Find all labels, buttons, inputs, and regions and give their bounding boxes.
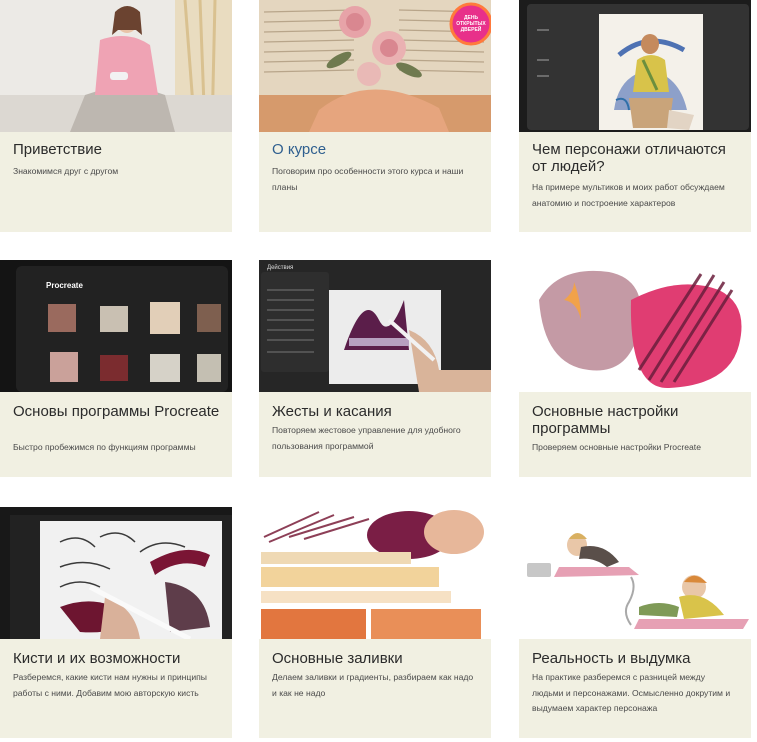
lesson-card-gestures[interactable]: Действия Жесты и касания Повторяем жесто… (259, 260, 491, 477)
lesson-card-about-course[interactable]: ДЕНЬ ОТКРЫТЫХ ДВЕРЕЙ О курсе Поговорим п… (259, 0, 491, 232)
lesson-title[interactable]: Приветствие (13, 141, 223, 158)
gestures-tablet-image (259, 260, 491, 392)
lesson-title[interactable]: Реальность и выдумка (532, 650, 742, 667)
lesson-title[interactable]: Основные настройки программы (532, 403, 742, 437)
lesson-card-main-settings[interactable]: Основные настройки программы Проверяем о… (519, 260, 751, 477)
lesson-card-fills[interactable]: Основные заливки Делаем заливки и градие… (259, 507, 491, 738)
lesson-description: На примере мультиков и моих работ обсужд… (532, 182, 725, 208)
lesson-title[interactable]: Кисти и их возможности (13, 650, 223, 667)
fills-swatches-image (259, 507, 491, 639)
lesson-thumbnail[interactable] (519, 0, 751, 132)
lesson-title[interactable]: Основные заливки (272, 650, 482, 667)
open-day-badge: ДЕНЬ ОТКРЫТЫХ ДВЕРЕЙ (456, 15, 486, 33)
lesson-card-brushes[interactable]: Кисти и их возможности Разберемся, какие… (0, 507, 232, 738)
lesson-description: Поговорим про особенности этого курса и … (272, 166, 464, 192)
lesson-description: Делаем заливки и градиенты, разбираем ка… (272, 672, 474, 698)
abstract-shapes-image (519, 260, 751, 392)
yoga-characters-image (519, 507, 751, 639)
lesson-title[interactable]: Основы программы Procreate (13, 403, 223, 420)
lesson-description: На практике разберемся с разницей между … (532, 672, 731, 713)
lesson-card-reality-and-fiction[interactable]: Реальность и выдумка На практике разбере… (519, 507, 751, 738)
brushes-tablet-image (0, 507, 232, 639)
lesson-title[interactable]: О курсе (272, 141, 482, 158)
lesson-thumbnail[interactable]: Действия (259, 260, 491, 392)
lesson-thumbnail[interactable] (259, 507, 491, 639)
lesson-description: Проверяем основные настройки Procreate (532, 442, 701, 452)
lesson-thumbnail[interactable] (519, 260, 751, 392)
lesson-title[interactable]: Жесты и касания (272, 403, 482, 420)
lesson-thumbnail[interactable] (0, 507, 232, 639)
woman-photo-image (0, 0, 232, 132)
lesson-description: Быстро пробежимся по функциям программы (13, 442, 196, 452)
lesson-title[interactable]: Чем персонажи отличаются от людей? (532, 141, 742, 175)
lesson-card-procreate-basics[interactable]: Procreate Основы программы Procreate Быс… (0, 260, 232, 477)
tablet-character-drawing-image (519, 0, 751, 132)
lesson-thumbnail[interactable]: Procreate (0, 260, 232, 392)
lesson-thumbnail[interactable] (0, 0, 232, 132)
lesson-card-characters-vs-people[interactable]: Чем персонажи отличаются от людей? На пр… (519, 0, 751, 232)
lesson-description: Повторяем жестовое управление для удобно… (272, 425, 461, 451)
lesson-thumbnail[interactable] (519, 507, 751, 639)
procreate-app-label: Procreate (46, 281, 83, 290)
lesson-card-greeting[interactable]: Приветствие Знакомимся друг с другом (0, 0, 232, 232)
lesson-thumbnail[interactable]: ДЕНЬ ОТКРЫТЫХ ДВЕРЕЙ (259, 0, 491, 132)
lesson-description: Знакомимся друг с другом (13, 166, 119, 176)
actions-menu-title: Действия (267, 265, 294, 271)
lesson-description: Разберемся, какие кисти нам нужны и прин… (13, 672, 207, 698)
procreate-gallery-image (0, 260, 232, 392)
